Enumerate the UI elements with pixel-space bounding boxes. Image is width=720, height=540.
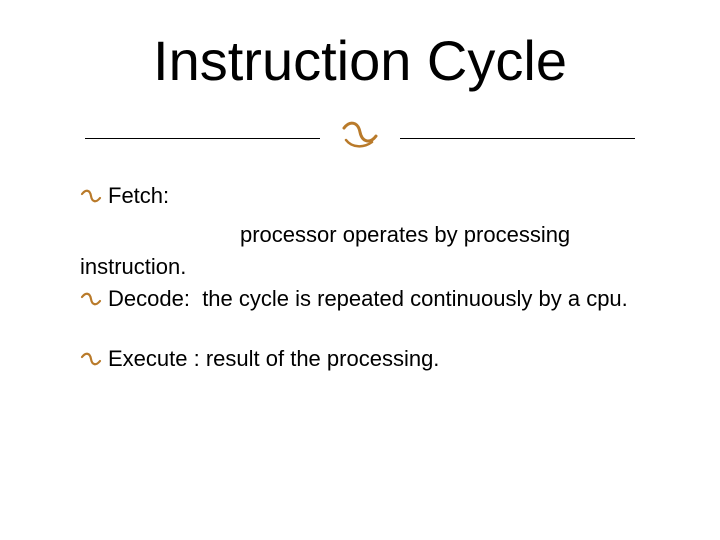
slide-body: Fetch: processor operates by processing … [80,180,640,382]
execute-body: result of the processing. [206,347,440,372]
fetch-body-line2: instruction. [80,251,640,283]
execute-label: Execute : [108,347,200,372]
bullet-icon [80,283,102,318]
paragraph-gap [80,321,640,343]
slide-title: Instruction Cycle [0,28,720,93]
decode-label: Decode: [108,286,190,311]
bullet-item-execute: Execute : result of the processing. [80,343,640,378]
title-divider [85,118,635,158]
fetch-label: Fetch: [108,183,169,208]
decode-body: the cycle is repeated continuously by a … [202,286,628,311]
bullet-item-fetch: Fetch: [80,180,640,215]
bullet-icon [80,180,102,215]
divider-line-right [400,138,635,139]
divider-line-left [85,138,320,139]
bullet-item-decode: Decode: the cycle is repeated continuous… [80,283,640,318]
bullet-icon [80,343,102,378]
flourish-icon [338,113,382,161]
slide: Instruction Cycle Fetch: processor opera… [0,0,720,540]
fetch-body-line1: processor operates by processing [80,219,640,251]
